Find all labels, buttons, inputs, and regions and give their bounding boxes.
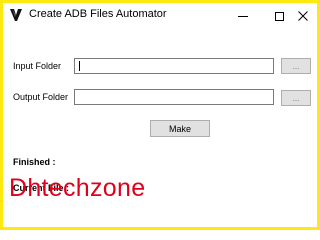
maximize-icon xyxy=(274,11,284,21)
text-caret xyxy=(79,61,80,71)
window-title: Create ADB Files Automator xyxy=(29,8,167,20)
output-folder-field[interactable] xyxy=(74,89,274,105)
input-folder-label: Input Folder xyxy=(13,61,62,71)
watermark-text: Dhtechzone xyxy=(9,174,146,202)
output-folder-label: Output Folder xyxy=(13,92,69,102)
app-logo-icon xyxy=(9,8,23,22)
close-button[interactable] xyxy=(289,3,317,29)
minimize-button[interactable] xyxy=(225,3,261,29)
title-bar[interactable]: Create ADB Files Automator xyxy=(3,3,317,29)
input-folder-field[interactable] xyxy=(74,58,274,74)
output-browse-button[interactable]: ... xyxy=(281,90,311,106)
finished-label: Finished : xyxy=(13,157,56,167)
input-browse-button[interactable]: ... xyxy=(281,58,311,74)
close-icon xyxy=(298,11,308,21)
make-button[interactable]: Make xyxy=(150,120,210,137)
minimize-icon xyxy=(238,15,248,17)
